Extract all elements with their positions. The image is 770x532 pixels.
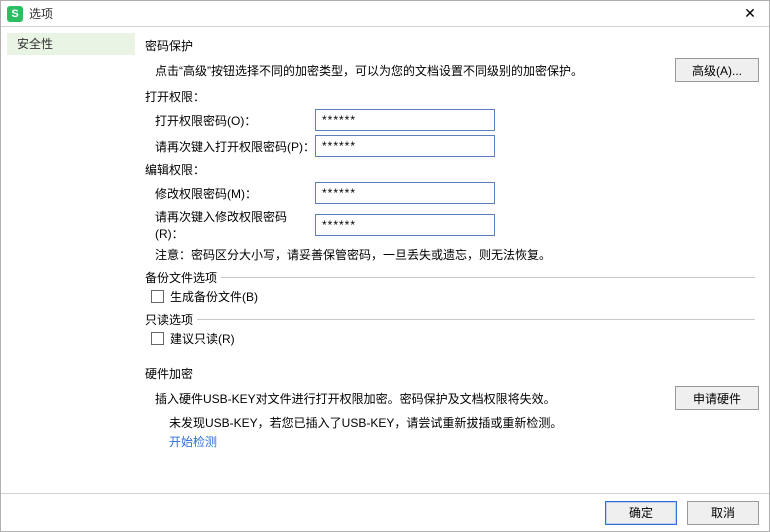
content-pane: 密码保护 点击“高级”按钮选择不同的加密类型，可以为您的文档设置不同级别的加密保…	[141, 27, 769, 493]
open-permission-title: 打开权限：	[145, 88, 759, 105]
readonly-group: 只读选项 建议只读(R)	[145, 319, 755, 347]
edit-permission-title: 编辑权限：	[145, 161, 759, 178]
edit-password-confirm-input[interactable]	[315, 214, 495, 236]
titlebar: 选项 ✕	[1, 1, 769, 27]
sidebar-item-label: 安全性	[17, 37, 53, 51]
dialog-title: 选项	[29, 5, 53, 22]
readonly-checkbox[interactable]	[151, 332, 164, 345]
open-password-input[interactable]	[315, 109, 495, 131]
open-password-confirm-label: 请再次键入打开权限密码(P)：	[155, 138, 315, 155]
cancel-button[interactable]: 取消	[687, 501, 759, 525]
readonly-group-legend: 只读选项	[145, 311, 197, 328]
section-password-protection-title: 密码保护	[145, 37, 759, 54]
close-button[interactable]: ✕	[737, 4, 763, 24]
backup-group-legend: 备份文件选项	[145, 269, 221, 286]
sidebar-item-security[interactable]: 安全性	[7, 33, 135, 55]
hardware-line2: 未发现USB-KEY，若您已插入了USB-KEY，请尝试重新拔插或重新检测。	[145, 414, 759, 431]
apply-hardware-button[interactable]: 申请硬件	[675, 386, 759, 410]
hardware-title: 硬件加密	[145, 365, 759, 382]
edit-password-confirm-label: 请再次键入修改权限密码(R)：	[155, 208, 315, 242]
edit-password-label: 修改权限密码(M)：	[155, 185, 315, 202]
app-icon	[7, 6, 23, 22]
ok-button[interactable]: 确定	[605, 501, 677, 525]
hardware-group: 硬件加密 插入硬件USB-KEY对文件进行打开权限加密。密码保护及文档权限将失效…	[145, 365, 759, 450]
open-password-confirm-input[interactable]	[315, 135, 495, 157]
readonly-checkbox-label: 建议只读(R)	[170, 330, 235, 347]
start-detect-link[interactable]: 开始检测	[145, 433, 217, 450]
backup-group: 备份文件选项 生成备份文件(B)	[145, 277, 755, 305]
backup-checkbox-label: 生成备份文件(B)	[170, 288, 258, 305]
hardware-line1: 插入硬件USB-KEY对文件进行打开权限加密。密码保护及文档权限将失效。	[155, 390, 556, 407]
password-note: 注意：密码区分大小写，请妥善保管密码，一旦丢失或遗忘，则无法恢复。	[145, 246, 759, 263]
sidebar: 安全性	[1, 27, 141, 493]
open-password-label: 打开权限密码(O)：	[155, 112, 315, 129]
advanced-button[interactable]: 高级(A)...	[675, 58, 759, 82]
options-dialog: 选项 ✕ 安全性 密码保护 点击“高级”按钮选择不同的加密类型，可以为您的文档设…	[0, 0, 770, 532]
backup-checkbox[interactable]	[151, 290, 164, 303]
edit-password-input[interactable]	[315, 182, 495, 204]
password-protection-hint: 点击“高级”按钮选择不同的加密类型，可以为您的文档设置不同级别的加密保护。	[145, 62, 583, 79]
dialog-footer: 确定 取消	[1, 493, 769, 531]
